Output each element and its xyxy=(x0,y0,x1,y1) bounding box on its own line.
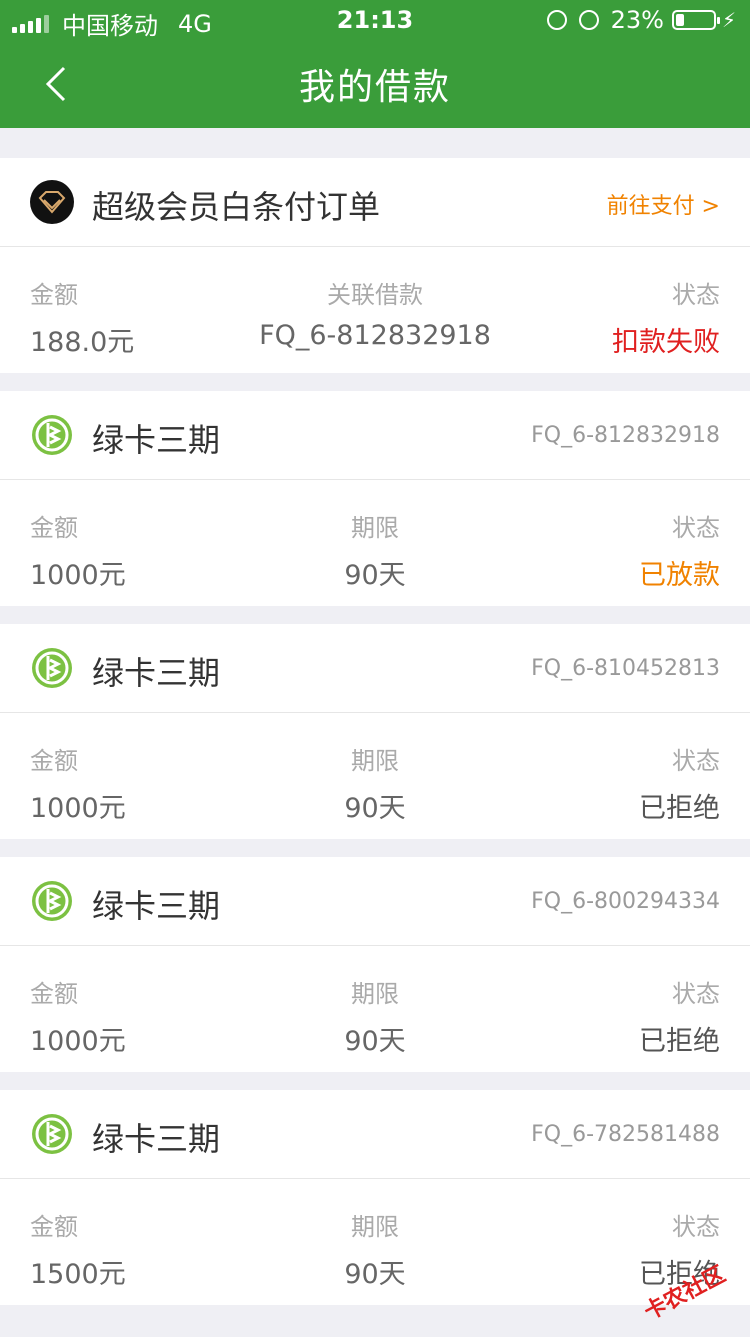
charging-icon: ⚡ xyxy=(722,8,736,32)
green-card-logo-icon xyxy=(30,646,74,690)
card-header: 超级会员白条付订单 前往支付 > xyxy=(0,158,750,247)
term-value: 90天 xyxy=(0,1019,750,1058)
card-body: 金额 1000元 期限 90天 状态 已放款 xyxy=(0,480,750,606)
card-header: 绿卡三期 FQ_6-812832918 xyxy=(0,391,750,480)
loan-title: 绿卡三期 xyxy=(92,1114,220,1160)
status-label: 状态 xyxy=(639,974,720,1009)
loan-card[interactable]: 绿卡三期 FQ_6-782581488 金额 1500元 期限 90天 状态 已… xyxy=(0,1090,750,1305)
vip-order-card[interactable]: 超级会员白条付订单 前往支付 > 金额 188.0元 关联借款 FQ_6-812… xyxy=(0,158,750,373)
term-label: 期限 xyxy=(0,974,750,1009)
green-card-logo-icon xyxy=(30,879,74,923)
status-label: 状态 xyxy=(639,1207,720,1242)
status-column: 状态 扣款失败 xyxy=(612,275,720,359)
loan-code: FQ_6-782581488 xyxy=(531,1122,720,1147)
status-column: 状态 已拒绝 xyxy=(639,974,720,1058)
battery-fill xyxy=(676,14,684,26)
card-header: 绿卡三期 FQ_6-810452813 xyxy=(0,624,750,713)
status-value: 已放款 xyxy=(639,553,720,592)
term-label: 期限 xyxy=(0,508,750,543)
battery-nub xyxy=(717,17,720,24)
status-value: 扣款失败 xyxy=(612,320,720,359)
card-body: 金额 1500元 期限 90天 状态 已拒绝 xyxy=(0,1179,750,1305)
status-label: 状态 xyxy=(612,275,720,310)
term-label: 期限 xyxy=(0,741,750,776)
status-value: 已拒绝 xyxy=(639,786,720,825)
loan-title: 绿卡三期 xyxy=(92,415,220,461)
loan-title: 绿卡三期 xyxy=(92,648,220,694)
term-column: 期限 90天 xyxy=(0,974,750,1058)
term-column: 期限 90天 xyxy=(0,508,750,592)
term-label: 期限 xyxy=(0,1207,750,1242)
term-value: 90天 xyxy=(0,1252,750,1291)
vip-diamond-icon xyxy=(30,180,74,224)
term-value: 90天 xyxy=(0,553,750,592)
order-title: 超级会员白条付订单 xyxy=(92,182,380,228)
card-body: 金额 188.0元 关联借款 FQ_6-812832918 状态 扣款失败 xyxy=(0,247,750,373)
page-title: 我的借款 xyxy=(0,58,750,110)
battery-percent: 23% xyxy=(611,6,664,34)
status-bar: 中国移动 4G 21:13 23% ⚡ xyxy=(0,0,750,40)
loan-title: 绿卡三期 xyxy=(92,881,220,927)
green-card-logo-icon xyxy=(30,413,74,457)
nav-bar: 我的借款 xyxy=(0,40,750,128)
status-column: 状态 已放款 xyxy=(639,508,720,592)
loan-card[interactable]: 绿卡三期 FQ_6-800294334 金额 1000元 期限 90天 状态 已… xyxy=(0,857,750,1072)
loan-card[interactable]: 绿卡三期 FQ_6-810452813 金额 1000元 期限 90天 状态 已… xyxy=(0,624,750,839)
status-value: 已拒绝 xyxy=(639,1019,720,1058)
term-column: 期限 90天 xyxy=(0,741,750,825)
alarm-icon xyxy=(579,10,599,30)
term-column: 期限 90天 xyxy=(0,1207,750,1291)
term-value: 90天 xyxy=(0,786,750,825)
loan-code: FQ_6-812832918 xyxy=(531,423,720,448)
go-pay-link[interactable]: 前往支付 > xyxy=(607,188,720,220)
card-header: 绿卡三期 FQ_6-782581488 xyxy=(0,1090,750,1179)
status-column: 状态 已拒绝 xyxy=(639,741,720,825)
green-card-logo-icon xyxy=(30,1112,74,1156)
orders-list: 超级会员白条付订单 前往支付 > 金额 188.0元 关联借款 FQ_6-812… xyxy=(0,128,750,1305)
loan-card[interactable]: 绿卡三期 FQ_6-812832918 金额 1000元 期限 90天 状态 已… xyxy=(0,391,750,606)
status-label: 状态 xyxy=(639,508,720,543)
rotation-lock-icon xyxy=(547,10,567,30)
status-label: 状态 xyxy=(639,741,720,776)
card-body: 金额 1000元 期限 90天 状态 已拒绝 xyxy=(0,713,750,839)
battery-icon xyxy=(672,10,716,30)
card-body: 金额 1000元 期限 90天 状态 已拒绝 xyxy=(0,946,750,1072)
loan-code: FQ_6-810452813 xyxy=(531,656,720,681)
loan-code: FQ_6-800294334 xyxy=(531,889,720,914)
card-header: 绿卡三期 FQ_6-800294334 xyxy=(0,857,750,946)
status-right: 23% ⚡ xyxy=(547,6,736,34)
